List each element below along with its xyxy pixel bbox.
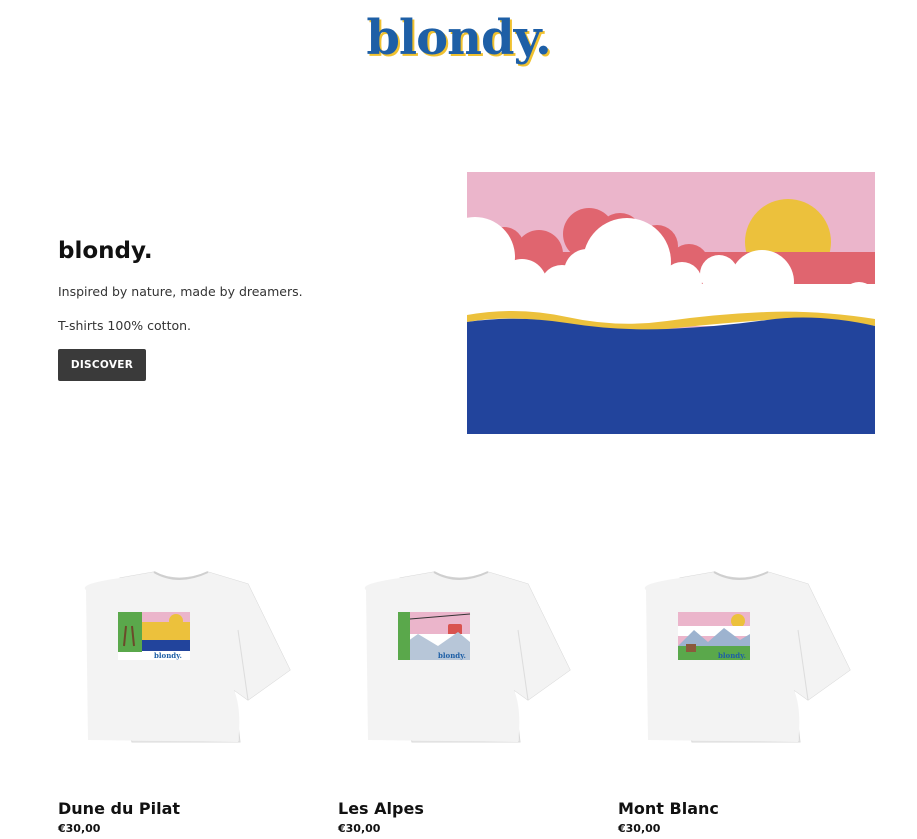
product-name[interactable]: Dune du Pilat: [58, 799, 180, 818]
print-brand: blondy.: [438, 651, 466, 660]
print-brand: blondy.: [154, 651, 182, 660]
product-price: €30,00: [58, 822, 101, 835]
product-name[interactable]: Les Alpes: [338, 799, 424, 818]
product-price: €30,00: [338, 822, 381, 835]
hero-tagline: Inspired by nature, made by dreamers.: [58, 284, 303, 299]
product-price: €30,00: [618, 822, 661, 835]
product-image[interactable]: blondy.: [58, 550, 298, 770]
hero-image: [467, 172, 875, 434]
product-card[interactable]: blondy. Les Alpes €30,00: [338, 550, 578, 835]
hero-material: T-shirts 100% cotton.: [58, 318, 192, 333]
product-card[interactable]: blondy. Mont Blanc €30,00: [618, 550, 858, 835]
site-logo[interactable]: blondy.: [0, 8, 917, 68]
product-image[interactable]: blondy.: [618, 550, 858, 770]
product-name[interactable]: Mont Blanc: [618, 799, 719, 818]
discover-button[interactable]: DISCOVER: [58, 349, 146, 381]
hero-title: blondy.: [58, 238, 153, 264]
print-brand: blondy.: [718, 651, 746, 660]
product-card[interactable]: blondy. Dune du Pilat €30,00: [58, 550, 298, 835]
product-image[interactable]: blondy.: [338, 550, 578, 770]
